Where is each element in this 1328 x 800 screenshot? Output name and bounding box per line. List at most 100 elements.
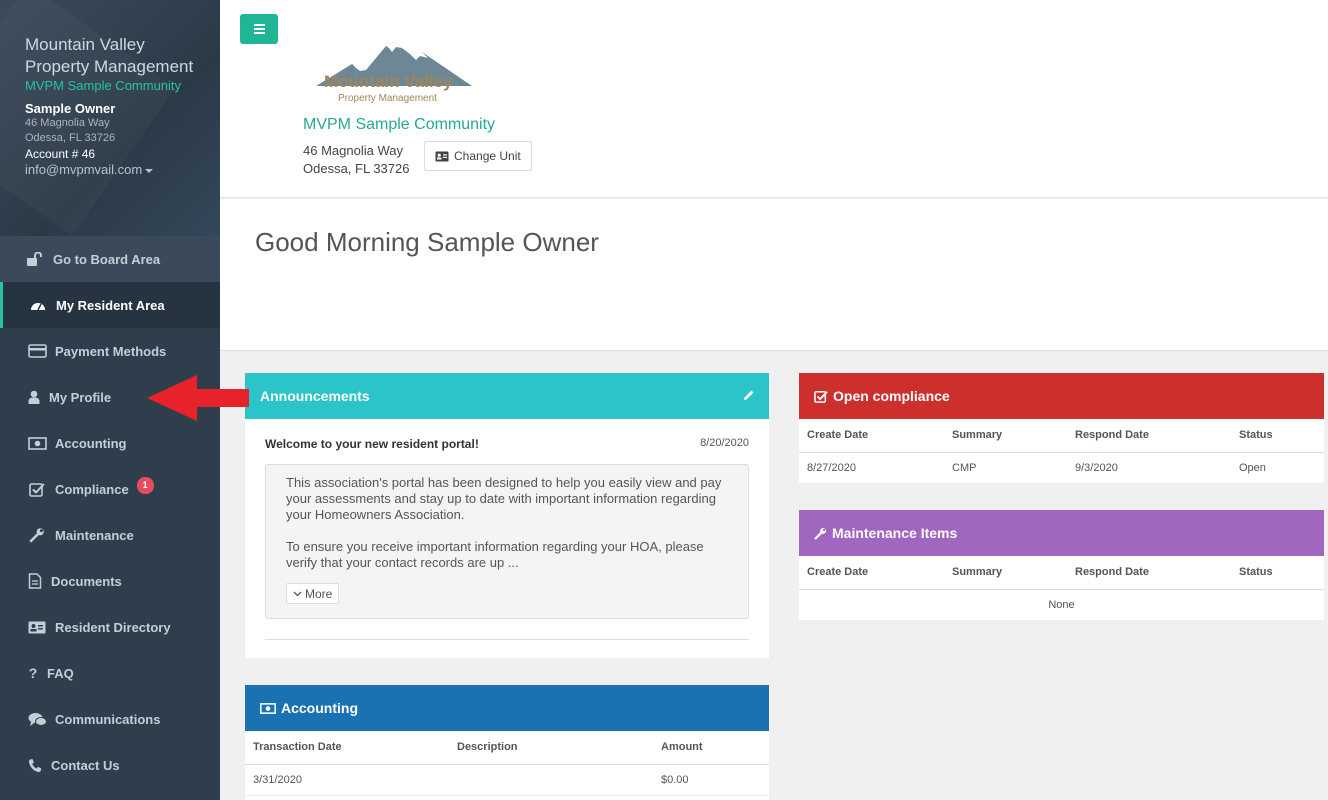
table-header-row: Create Date Summary Respond Date Status	[799, 556, 1324, 590]
unit-address-line2: Odessa, FL 33726	[303, 161, 410, 176]
column-header: Status	[1231, 556, 1324, 590]
accounting-header: Accounting	[245, 685, 769, 731]
change-unit-label: Change Unit	[454, 149, 521, 163]
greeting-heading: Good Morning Sample Owner	[255, 227, 599, 257]
unit-address-line1: 46 Magnolia Way	[303, 143, 403, 158]
sidebar-item-label: Accounting	[55, 435, 127, 451]
edit-pencil-icon[interactable]	[743, 388, 755, 404]
maintenance-header: Maintenance Items	[799, 510, 1324, 556]
wrench-icon	[27, 527, 47, 543]
phone-icon	[27, 757, 43, 773]
community-name: MVPM Sample Community	[303, 116, 496, 133]
open-compliance-panel: Open compliance Create Date Summary Resp…	[799, 373, 1324, 484]
sidebar-item-label: My Resident Area	[56, 297, 165, 313]
sidebar-item-accounting[interactable]: Accounting	[0, 420, 220, 466]
announcement-date: 8/20/2020	[700, 437, 749, 449]
announcements-panel: Announcements Welcome to your new reside…	[245, 373, 769, 658]
sidebar-item-maintenance[interactable]: Maintenance	[0, 512, 220, 558]
table-cell: CMP	[944, 452, 1067, 484]
announcements-title: Announcements	[260, 388, 370, 404]
sidebar-item-label: Contact Us	[51, 757, 120, 773]
table-row: None	[799, 589, 1324, 621]
sidebar-item-label: Payment Methods	[55, 343, 167, 359]
table-cell	[449, 764, 653, 796]
check-square-icon	[27, 481, 47, 497]
table-row[interactable]: 8/27/2020 CMP 9/3/2020 Open	[799, 452, 1324, 484]
sidebar-nav: Go to Board Area My Resident Area Paymen…	[0, 236, 220, 788]
sidebar-item-compliance[interactable]: Compliance 1	[0, 466, 220, 512]
table-cell: 3/31/2020	[245, 764, 449, 796]
sidebar-item-label: FAQ	[47, 665, 74, 681]
unit-address: 46 Magnolia Way Odessa, FL 33726	[303, 142, 409, 178]
sidebar-item-communications[interactable]: Communications	[0, 696, 220, 742]
announcement-body: This association's portal has been desig…	[265, 464, 749, 619]
maintenance-table: Create Date Summary Respond Date Status …	[799, 556, 1324, 621]
announcement-item-header: Welcome to your new resident portal! 8/2…	[245, 419, 769, 451]
column-header: Description	[449, 731, 653, 765]
sidebar-item-resident-area[interactable]: My Resident Area	[0, 282, 220, 328]
address-card-icon	[435, 151, 449, 161]
table-cell: Open	[1231, 452, 1324, 484]
column-header: Summary	[944, 556, 1067, 590]
comments-icon	[27, 711, 47, 727]
email-text: info@mvpmvail.com	[25, 162, 143, 177]
sidebar-item-label: Resident Directory	[55, 619, 171, 635]
column-header: Create Date	[799, 419, 944, 453]
owner-address-line1: 46 Magnolia Way	[25, 117, 110, 129]
annotation-arrow-icon	[147, 375, 249, 421]
unlock-icon	[25, 251, 45, 267]
caret-down-icon	[145, 168, 154, 173]
column-header: Status	[1231, 419, 1324, 453]
maintenance-items-panel: Maintenance Items Create Date Summary Re…	[799, 510, 1324, 621]
sidebar-item-label: Documents	[51, 573, 122, 589]
column-header: Transaction Date	[245, 731, 449, 765]
announcement-paragraph: This association's portal has been desig…	[286, 475, 722, 522]
check-square-icon	[814, 390, 828, 403]
more-label: More	[305, 586, 333, 601]
divider	[265, 639, 749, 640]
column-header: Create Date	[799, 556, 944, 590]
wrench-icon	[814, 527, 827, 540]
chevron-down-icon	[293, 591, 302, 596]
question-icon: ?	[28, 665, 38, 681]
top-header: Mountain Valley Property Management MVPM…	[220, 0, 1328, 198]
sidebar-community-name: MVPM Sample Community	[25, 78, 182, 93]
logo-wordmark: Mountain Valley	[324, 72, 453, 91]
table-header-row: Create Date Summary Respond Date Status	[799, 419, 1324, 453]
column-header: Respond Date	[1067, 556, 1231, 590]
money-icon	[260, 702, 276, 714]
menu-toggle-button[interactable]	[240, 14, 278, 44]
announcement-paragraph: To ensure you receive important informat…	[286, 539, 704, 570]
announcements-header: Announcements	[245, 373, 769, 419]
owner-name: Sample Owner	[25, 101, 116, 116]
address-card-icon	[27, 619, 47, 635]
column-header: Amount	[653, 731, 769, 765]
accounting-panel: Accounting Transaction Date Description …	[245, 685, 769, 800]
sidebar-item-resident-directory[interactable]: Resident Directory	[0, 604, 220, 650]
table-row[interactable]: 3/31/2020 $0.00	[245, 764, 769, 796]
greeting-section: Good Morning Sample Owner	[220, 199, 1328, 351]
accounting-title: Accounting	[281, 700, 358, 716]
sidebar-item-board-area[interactable]: Go to Board Area	[0, 236, 220, 282]
money-icon	[27, 435, 47, 451]
credit-card-icon	[27, 343, 47, 359]
sidebar-header: Mountain Valley Property Management MVPM…	[0, 0, 220, 236]
more-button[interactable]: More	[286, 583, 340, 604]
sidebar-item-faq[interactable]: ? FAQ	[0, 650, 220, 696]
dashboard-icon	[28, 297, 48, 313]
sidebar-item-documents[interactable]: Documents	[0, 558, 220, 604]
change-unit-button[interactable]: Change Unit	[424, 141, 532, 171]
table-cell: $0.00	[653, 764, 769, 796]
email-dropdown[interactable]: info@mvpmvail.com	[25, 162, 195, 177]
table-cell: 9/3/2020	[1067, 452, 1231, 484]
sidebar-item-label: Communications	[55, 711, 161, 727]
empty-message: None	[799, 589, 1324, 621]
sidebar-item-contact-us[interactable]: Contact Us	[0, 742, 220, 788]
table-header-row: Transaction Date Description Amount	[245, 731, 769, 765]
compliance-table: Create Date Summary Respond Date Status …	[799, 419, 1324, 484]
column-header: Respond Date	[1067, 419, 1231, 453]
company-name: Mountain Valley Property Management	[25, 35, 194, 76]
compliance-count-badge: 1	[136, 476, 154, 494]
maintenance-title: Maintenance Items	[832, 525, 958, 541]
sidebar-item-payment-methods[interactable]: Payment Methods	[0, 328, 220, 374]
